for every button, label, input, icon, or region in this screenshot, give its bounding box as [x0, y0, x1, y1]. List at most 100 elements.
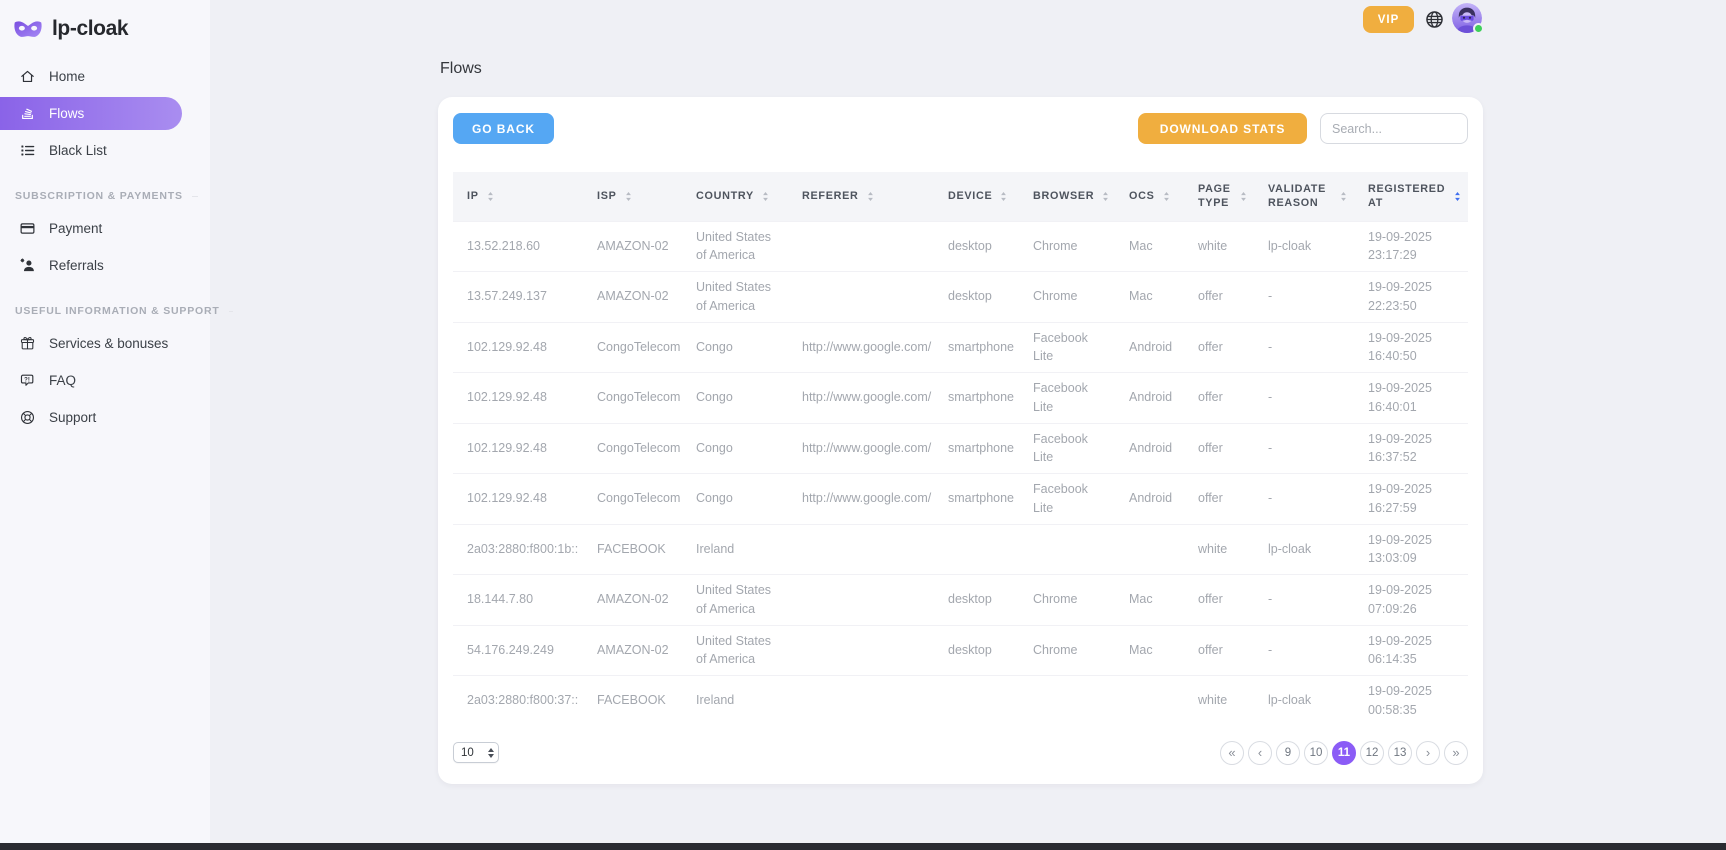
cell-browser	[1019, 676, 1115, 726]
column-header-page_type[interactable]: PAGE TYPE	[1184, 172, 1254, 221]
sidebar-item-referrals[interactable]: Referrals	[0, 247, 210, 284]
cell-country: Congo	[682, 423, 788, 474]
sidebar-item-label: Black List	[49, 143, 107, 158]
cell-validate_reason: lp-cloak	[1254, 524, 1354, 575]
cell-device: smartphone	[934, 322, 1019, 373]
pagination-page-12[interactable]: 12	[1360, 741, 1384, 765]
column-header-validate_reason[interactable]: VALIDATE REASON	[1254, 172, 1354, 221]
sidebar-item-support[interactable]: Support	[0, 399, 210, 436]
column-header-device[interactable]: DEVICE	[934, 172, 1019, 221]
cell-registered_at: 19-09-202507:09:26	[1354, 575, 1468, 626]
cell-ocs: Android	[1115, 322, 1184, 373]
cell-page_type: offer	[1184, 272, 1254, 323]
flows-card: GO BACK DOWNLOAD STATS IPISPCOUNTRYREFER…	[438, 97, 1483, 784]
pagination-next[interactable]: ›	[1416, 741, 1440, 765]
cell-ip: 102.129.92.48	[453, 474, 583, 525]
sidebar-item-black-list[interactable]: Black List	[0, 132, 210, 169]
search-input[interactable]	[1320, 113, 1468, 144]
cell-ip: 13.57.249.137	[453, 272, 583, 323]
column-header-ocs[interactable]: OCS	[1115, 172, 1184, 221]
cell-country: United States of America	[682, 625, 788, 676]
brand-logo[interactable]: lp-cloak	[0, 0, 210, 45]
column-header-browser[interactable]: BROWSER	[1019, 172, 1115, 221]
pagination-last[interactable]: »	[1444, 741, 1468, 765]
pagination-page-13[interactable]: 13	[1388, 741, 1412, 765]
cell-device	[934, 524, 1019, 575]
cell-registered_at: 19-09-202506:14:35	[1354, 625, 1468, 676]
cell-browser: Chrome	[1019, 221, 1115, 272]
sidebar-section-label: USEFUL INFORMATION & SUPPORT	[15, 305, 198, 317]
column-header-referer[interactable]: REFERER	[788, 172, 934, 221]
page-size-select[interactable]: 10	[453, 742, 499, 763]
cell-referer	[788, 221, 934, 272]
cell-country: Congo	[682, 474, 788, 525]
go-back-button[interactable]: GO BACK	[453, 113, 554, 144]
avatar[interactable]	[1452, 3, 1482, 33]
cell-ip: 54.176.249.249	[453, 625, 583, 676]
language-globe-button[interactable]	[1424, 9, 1445, 30]
column-header-isp[interactable]: ISP	[583, 172, 682, 221]
column-header-ip[interactable]: IP	[453, 172, 583, 221]
cell-referer: http://www.google.com/	[788, 423, 934, 474]
cell-registered_at: 19-09-202516:40:01	[1354, 373, 1468, 424]
sidebar-item-label: Support	[49, 410, 96, 425]
cell-ocs: Android	[1115, 373, 1184, 424]
column-header-country[interactable]: COUNTRY	[682, 172, 788, 221]
cell-registered_at: 19-09-202516:27:59	[1354, 474, 1468, 525]
cell-country: Congo	[682, 373, 788, 424]
download-stats-button[interactable]: DOWNLOAD STATS	[1138, 113, 1307, 144]
cell-isp: AMAZON-02	[583, 272, 682, 323]
cell-ip: 102.129.92.48	[453, 423, 583, 474]
cell-referer: http://www.google.com/	[788, 322, 934, 373]
cell-validate_reason: lp-cloak	[1254, 221, 1354, 272]
cell-page_type: offer	[1184, 474, 1254, 525]
cell-device: desktop	[934, 221, 1019, 272]
cell-validate_reason: -	[1254, 423, 1354, 474]
globe-icon	[1424, 9, 1445, 30]
table-row: 18.144.7.80AMAZON-02United States of Ame…	[453, 575, 1468, 626]
pagination-first[interactable]: «	[1220, 741, 1244, 765]
cell-ip: 102.129.92.48	[453, 322, 583, 373]
sidebar-item-services-bonuses[interactable]: Services & bonuses	[0, 325, 210, 362]
pagination-page-11[interactable]: 11	[1332, 741, 1356, 765]
sidebar-item-payment[interactable]: Payment	[0, 210, 210, 247]
table-row: 13.52.218.60AMAZON-02United States of Am…	[453, 221, 1468, 272]
cell-isp: AMAZON-02	[583, 221, 682, 272]
cell-page_type: offer	[1184, 423, 1254, 474]
cell-browser	[1019, 524, 1115, 575]
cell-page_type: offer	[1184, 575, 1254, 626]
cell-device: smartphone	[934, 373, 1019, 424]
vip-button[interactable]: VIP	[1363, 6, 1414, 33]
pagination-page-10[interactable]: 10	[1304, 741, 1328, 765]
column-header-registered_at[interactable]: REGISTERED AT	[1354, 172, 1468, 221]
sidebar-item-home[interactable]: Home	[0, 58, 210, 95]
sidebar-item-label: Services & bonuses	[49, 336, 168, 351]
cell-browser: Facebook Lite	[1019, 474, 1115, 525]
cell-browser: Chrome	[1019, 575, 1115, 626]
sort-icon	[624, 190, 633, 203]
person-add-icon	[19, 257, 36, 274]
cell-country: Ireland	[682, 676, 788, 726]
cell-referer	[788, 625, 934, 676]
cell-isp: CongoTelecom	[583, 474, 682, 525]
pagination-page-9[interactable]: 9	[1276, 741, 1300, 765]
flows-icon	[19, 105, 36, 122]
cell-referer	[788, 575, 934, 626]
cell-validate_reason: -	[1254, 272, 1354, 323]
cell-referer: http://www.google.com/	[788, 474, 934, 525]
sidebar-item-flows[interactable]: Flows	[0, 97, 182, 130]
cell-device: desktop	[934, 575, 1019, 626]
app: lp-cloak HomeFlowsBlack ListSUBSCRIPTION…	[0, 0, 1726, 850]
table-row: 2a03:2880:f800:1b::FACEBOOKIrelandwhitel…	[453, 524, 1468, 575]
home-icon	[19, 68, 36, 85]
select-stepper-icon	[488, 748, 494, 758]
cell-ip: 102.129.92.48	[453, 373, 583, 424]
sidebar-item-label: Home	[49, 69, 85, 84]
sidebar-nav: HomeFlowsBlack ListSUBSCRIPTION & PAYMEN…	[0, 58, 210, 436]
sidebar-item-faq[interactable]: FAQ	[0, 362, 210, 399]
card-toolbar: GO BACK DOWNLOAD STATS	[453, 113, 1468, 144]
pagination-prev[interactable]: ‹	[1248, 741, 1272, 765]
page-title: Flows	[440, 60, 482, 78]
cell-validate_reason: -	[1254, 575, 1354, 626]
cell-validate_reason: -	[1254, 373, 1354, 424]
